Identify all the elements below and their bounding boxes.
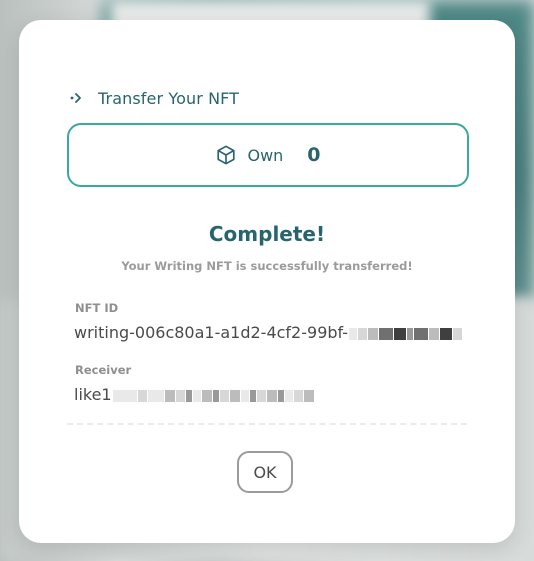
own-label: Own — [247, 145, 284, 165]
dashed-divider — [67, 423, 467, 425]
redacted-block — [112, 385, 314, 404]
own-count: 0 — [307, 144, 321, 166]
transfer-dialog: Transfer Your NFT Own 0 Complete! Your W… — [19, 20, 515, 543]
receiver-value-row: like1 — [74, 385, 314, 404]
status-title: Complete! — [208, 222, 326, 246]
redacted-block — [348, 323, 463, 342]
nft-id-label: NFT ID — [75, 301, 119, 315]
cube-icon — [217, 145, 236, 165]
dialog-header: Transfer Your NFT — [70, 88, 239, 108]
nft-id-value: writing-006c80a1-a1d2-4cf2-99bf- — [74, 323, 349, 342]
own-count-box: Own 0 — [67, 123, 469, 187]
arrow-right-icon — [70, 93, 81, 103]
status-message: Your Writing NFT is successfully transfe… — [121, 259, 413, 273]
receiver-value: like1 — [74, 385, 112, 404]
receiver-label: Receiver — [75, 363, 132, 377]
dialog-title: Transfer Your NFT — [98, 88, 240, 108]
ok-button[interactable]: OK — [237, 451, 293, 493]
nft-id-value-row: writing-006c80a1-a1d2-4cf2-99bf- — [74, 323, 463, 342]
